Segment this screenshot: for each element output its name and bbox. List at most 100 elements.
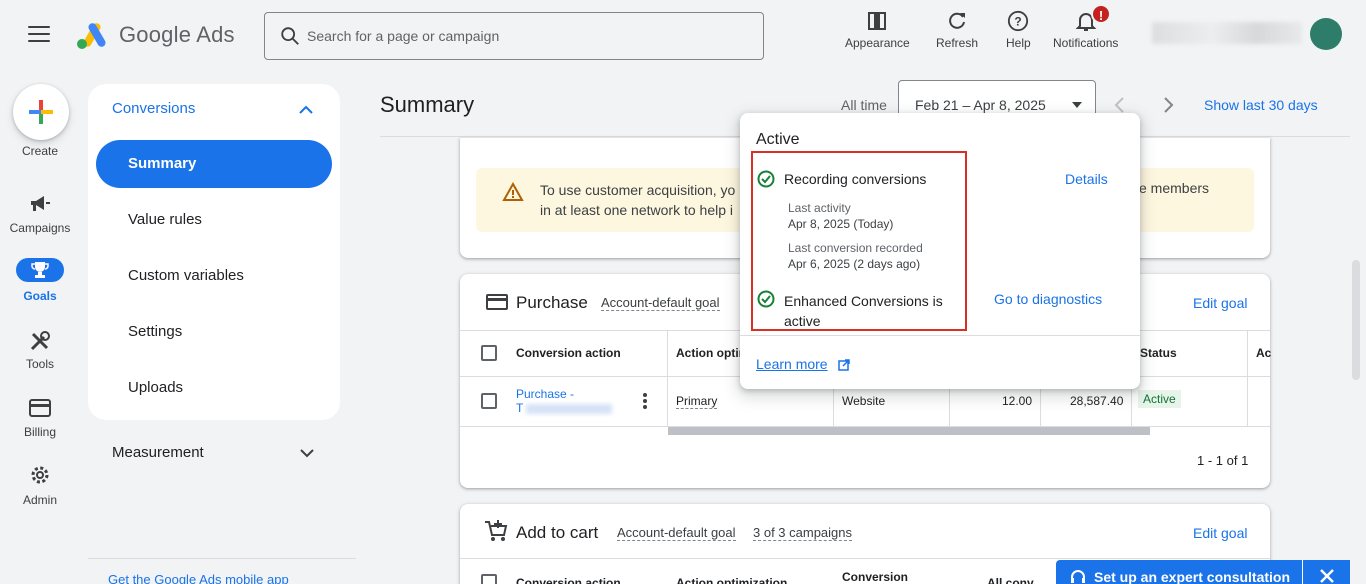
nav-item-custom-variables[interactable]: Custom variables [96,252,332,300]
nav-item-value-rules[interactable]: Value rules [96,196,332,244]
google-ads-logo-icon [77,23,106,49]
card-icon [29,399,51,417]
rail-item-admin[interactable]: Admin [0,464,80,524]
row-checkbox[interactable] [481,393,497,409]
external-link-icon [838,359,850,371]
learn-more-text: Learn more [756,356,828,372]
nav-item-measurement[interactable]: Measurement [112,444,204,461]
check-circle-icon-2 [757,290,775,308]
conversions-section-title[interactable]: Conversions [112,100,195,117]
all-time-label: All time [841,97,887,113]
add-to-cart-campaigns[interactable]: 3 of 3 campaigns [753,525,853,541]
close-banner-button[interactable] [1302,560,1350,584]
col-action-optimization[interactable]: Action optim [676,346,749,360]
nav-item-settings[interactable]: Settings [96,308,332,356]
admin-label: Admin [22,493,57,507]
col-ac[interactable]: Ac [1256,346,1271,360]
search-box[interactable] [264,12,764,60]
vertical-scrollbar[interactable] [1352,260,1360,380]
last-conversion-label: Last conversion recorded [788,241,923,255]
value-cell-1: 12.00 [1002,394,1033,408]
col-action-optimization-2[interactable]: Action optimization [676,576,787,584]
help-icon: ? [1008,10,1029,32]
chevron-down-icon[interactable] [298,444,316,462]
rail-item-campaigns[interactable]: Campaigns [0,190,80,250]
rail-item-billing[interactable]: Billing [0,396,80,456]
account-info[interactable] [1152,22,1302,44]
chevron-up-icon[interactable] [296,100,316,120]
warning-text-end: ve members [1132,180,1210,196]
notification-badge: ! [1091,4,1111,24]
plus-icon [29,100,53,124]
horizontal-scrollbar[interactable] [668,427,1150,435]
date-range-value: Feb 21 – Apr 8, 2025 [915,97,1046,113]
col-status[interactable]: Status [1140,346,1177,360]
close-icon [1320,569,1334,583]
learn-more-link[interactable]: Learn more [756,356,850,372]
appearance-label: Appearance [845,36,910,50]
select-all-checkbox[interactable] [481,345,497,361]
nav-item-uploads[interactable]: Uploads [96,364,332,412]
megaphone-icon [31,196,50,211]
refresh-icon [949,12,966,29]
warning-icon [502,182,524,201]
purchase-goal-type[interactable]: Account-default goal [601,295,720,311]
conversion-action-link[interactable]: Purchase - [516,387,574,401]
optimization-value[interactable]: Primary [676,394,718,409]
chevron-right-icon[interactable] [1160,96,1176,114]
popover-title: Active [756,131,800,148]
expert-banner-text: Set up an expert consultation [1094,569,1291,584]
refresh-label: Refresh [936,36,979,50]
notifications-button[interactable]: Notifications ! [1053,4,1119,50]
chevron-left-icon[interactable] [1112,96,1128,114]
search-input[interactable] [307,13,747,59]
purchase-title: Purchase [516,293,588,312]
mobile-app-link[interactable]: Get the Google Ads mobile app [108,572,289,584]
select-all-checkbox-2[interactable] [481,574,497,584]
svg-text:?: ? [1015,15,1022,29]
last-activity-label: Last activity [788,201,851,215]
col-conversion-source-2[interactable]: Conversion [842,570,908,584]
trophy-icon [31,262,49,278]
refresh-button[interactable]: Refresh [936,10,978,50]
col-all-conv-2[interactable]: All conv [987,576,1034,584]
divider [88,558,356,559]
add-to-cart-edit-goal-button[interactable]: Edit goal [1193,525,1247,541]
last-activity-value: Apr 8, 2025 (Today) [788,217,894,231]
value-cell-2: 28,587.40 [1070,394,1124,408]
dropdown-arrow-icon [1072,102,1082,108]
go-to-diagnostics-link[interactable]: Go to diagnostics [994,291,1102,307]
notifications-label: Notifications [1053,36,1119,50]
show-last-30-days-link[interactable]: Show last 30 days [1204,97,1318,113]
more-vert-icon[interactable] [642,392,648,410]
appearance-icon [868,12,887,30]
col-conversion-action[interactable]: Conversion action [516,346,621,360]
rail-item-goals[interactable]: Goals [0,256,80,316]
tools-icon [30,331,50,351]
warning-text-2: in at least one network to help i [540,202,734,218]
billing-label: Billing [23,425,56,439]
avatar[interactable] [1310,18,1342,50]
help-button[interactable]: ? Help [1006,10,1031,50]
appearance-button[interactable]: Appearance [845,10,910,50]
menu-icon[interactable] [28,26,50,44]
help-label: Help [1006,36,1031,50]
enhanced-conversions-text: Enhanced Conversions is active [784,293,943,329]
gear-icon [31,466,49,484]
page-title: Summary [380,92,475,117]
create-button[interactable] [13,84,69,140]
goals-label: Goals [23,289,57,303]
logo-text: Google Ads [119,22,235,47]
rail-item-tools[interactable]: Tools [0,328,80,388]
nav-item-summary[interactable]: Summary [96,140,332,188]
check-circle-icon [757,170,775,188]
details-link[interactable]: Details [1065,171,1108,187]
headset-icon [1071,570,1085,583]
purchase-edit-goal-button[interactable]: Edit goal [1193,295,1247,311]
pagination-text: 1 - 1 of 1 [1197,453,1249,468]
source-value: Website [842,394,886,408]
col-conversion-action-2[interactable]: Conversion action [516,576,621,584]
conversion-action-link-rest[interactable]: T [516,401,523,415]
add-to-cart-goal-type[interactable]: Account-default goal [617,525,736,541]
top-bar: Google Ads Appearance Refresh ? Help Not… [0,0,1366,72]
